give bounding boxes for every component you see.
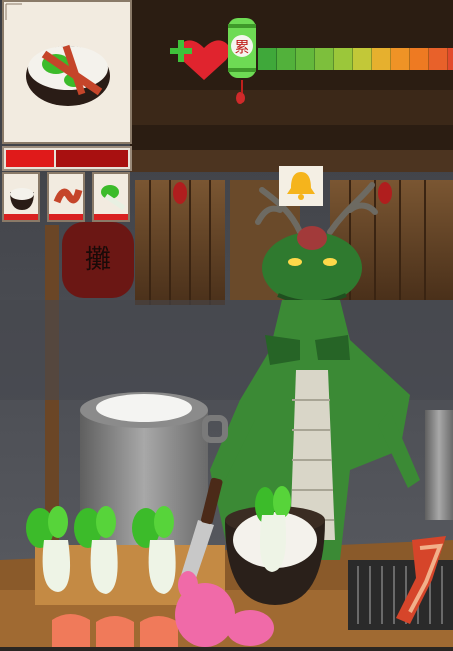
bacon-icon: [53, 188, 83, 204]
order-timer-bar: [2, 146, 132, 171]
ingredient-bacon-status: [49, 214, 83, 220]
order-timer-fill: [6, 150, 54, 167]
order-dish-panel: [2, 0, 132, 144]
bell-icon: [287, 172, 315, 200]
dish-image: [5, 3, 110, 106]
order-ticket: [0, 0, 136, 229]
order-timer-remaining: [56, 150, 128, 167]
bowl-of-rice[interactable]: [225, 486, 325, 605]
ingredient-rice-status: [4, 214, 38, 220]
patience-segment: [258, 48, 277, 70]
salmon-slices[interactable]: [52, 614, 178, 647]
game-scene: 攤 累: [0, 0, 453, 647]
rice-icon: [10, 188, 34, 210]
lantern-icon: 累: [228, 18, 256, 103]
patience-segment: [372, 48, 391, 70]
ingredient-rice: [2, 172, 40, 222]
ingredient-bok-choy-status: [94, 214, 128, 220]
customer-request-bubble: [279, 166, 323, 206]
ingredient-bacon: [47, 172, 85, 222]
patience-segment: [296, 48, 315, 70]
hud: 累: [170, 14, 453, 114]
health-icon: [170, 40, 230, 80]
patience-segment: [410, 48, 429, 70]
patience-meter: [258, 44, 453, 86]
patience-segment: [277, 48, 296, 70]
patience-segment: [334, 48, 353, 70]
svg-text:累: 累: [234, 38, 249, 56]
patience-segment: [353, 48, 372, 70]
ingredient-bok-choy: [92, 172, 130, 222]
patience-segment: [448, 48, 453, 70]
bok-choy[interactable]: [26, 506, 71, 592]
patience-segment: [391, 48, 410, 70]
bok-choy-icon: [101, 185, 126, 211]
patience-segment: [429, 48, 448, 70]
patience-segment: [315, 48, 334, 70]
